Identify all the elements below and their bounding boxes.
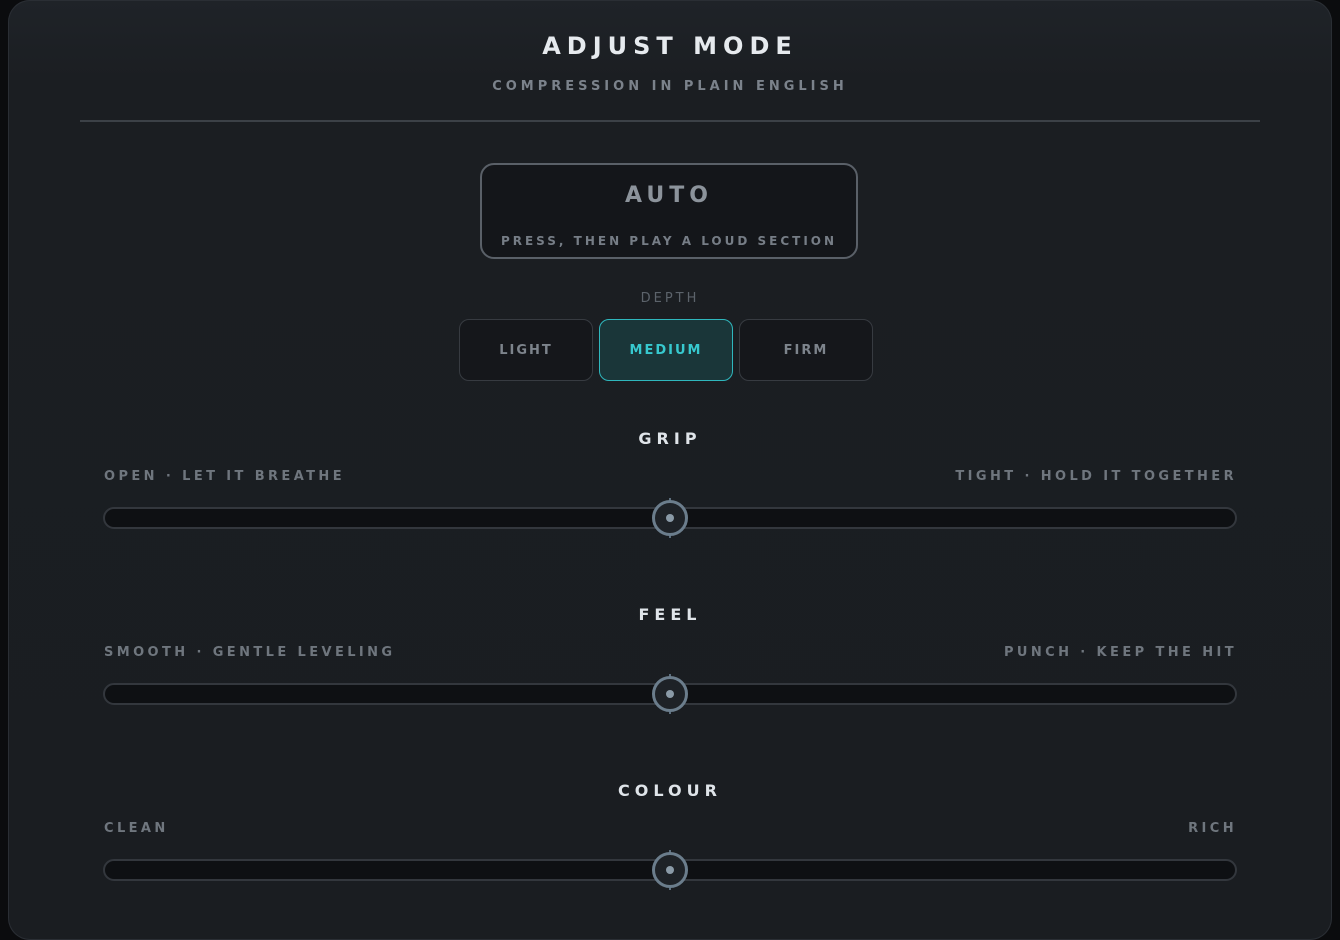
auto-button-hint: PRESS, THEN PLAY A LOUD SECTION [500,234,838,248]
auto-button[interactable]: AUTO PRESS, THEN PLAY A LOUD SECTION [480,163,858,259]
slider-knob-icon [652,498,688,538]
grip-slider-thumb[interactable] [650,498,690,538]
grip-left-label: OPEN · LET IT BREATHE [104,469,345,484]
feel-slider-title: FEEL [638,605,702,624]
grip-slider-track[interactable] [103,498,1237,538]
depth-option-light[interactable]: LIGHT [459,319,593,381]
auto-button-label: AUTO [625,183,713,208]
feel-slider-thumb[interactable] [650,674,690,714]
colour-slider-track[interactable] [103,850,1237,890]
slider-knob-icon [652,674,688,714]
colour-left-label: CLEAN [104,821,169,836]
depth-option-firm[interactable]: FIRM [739,319,873,381]
depth-option-medium[interactable]: MEDIUM [599,319,733,381]
grip-slider-title: GRIP [638,429,702,448]
colour-slider-thumb[interactable] [650,850,690,890]
colour-right-label: RICH [1188,821,1237,836]
feel-slider-track[interactable] [103,674,1237,714]
colour-slider-title: COLOUR [618,781,722,800]
slider-knob-icon [652,850,688,890]
panel-subtitle: COMPRESSION IN PLAIN ENGLISH [492,79,848,94]
header-divider [80,120,1260,122]
feel-left-label: SMOOTH · GENTLE LEVELING [104,645,396,660]
panel-title: ADJUST MODE [542,32,798,60]
depth-label: DEPTH [640,291,700,306]
grip-right-label: TIGHT · HOLD IT TOGETHER [955,469,1237,484]
feel-right-label: PUNCH · KEEP THE HIT [1003,645,1237,660]
